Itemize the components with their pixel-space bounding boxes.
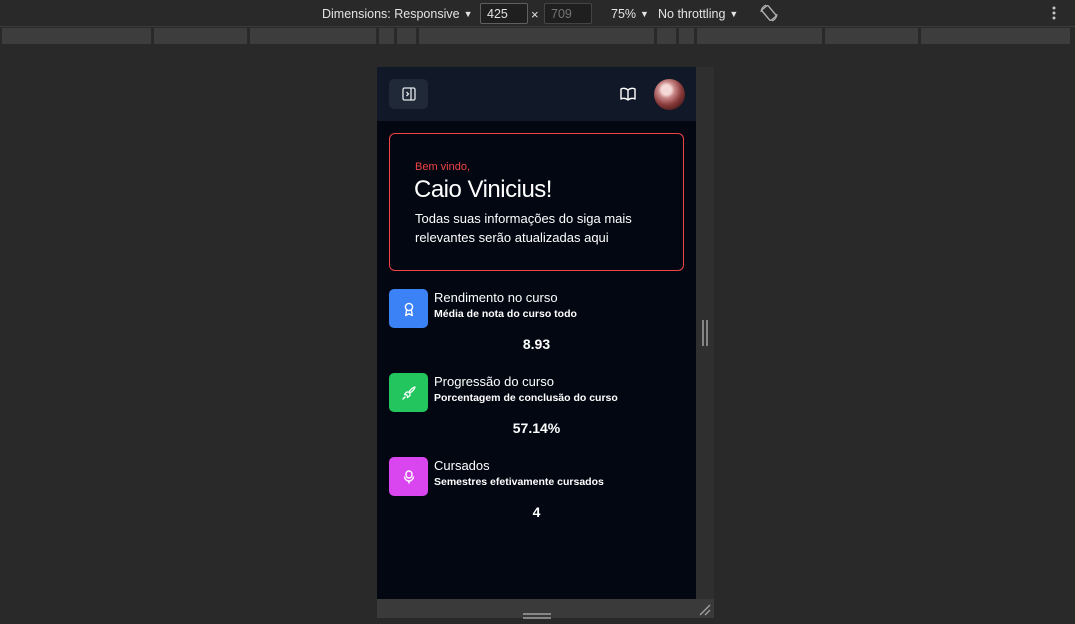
ruler-segment[interactable]: [656, 28, 677, 44]
chevron-down-icon: ▼: [640, 9, 649, 19]
resize-handle-bottom-icon[interactable]: [523, 606, 551, 619]
devtools-device-toolbar: Dimensions: Responsive▼ × 75%▼ No thrott…: [0, 0, 1075, 27]
media-query-ruler: [0, 28, 1075, 45]
throttling-dropdown[interactable]: No throttling ▼: [658, 7, 738, 21]
welcome-card: Bem vindo, Caio Vinicius! Todas suas inf…: [389, 133, 684, 271]
award-icon: [389, 289, 428, 328]
resize-handle-corner-icon[interactable]: [699, 603, 711, 616]
welcome-greeting: Bem vindo,: [415, 161, 471, 173]
stat-title: Rendimento no curso: [434, 290, 558, 305]
stat-title: Cursados: [434, 458, 490, 473]
ruler-segment[interactable]: [249, 28, 378, 44]
avatar[interactable]: [654, 79, 685, 110]
stat-progressao: Progressão do curso Porcentagem de concl…: [389, 373, 684, 443]
book-open-icon[interactable]: [619, 85, 637, 103]
app-header: [377, 67, 696, 121]
ruler-segment[interactable]: [379, 28, 396, 44]
zoom-label: 75%: [611, 7, 637, 21]
stat-value: 8.93: [522, 336, 551, 352]
stat-cursados: Cursados Semestres efetivamente cursados…: [389, 457, 684, 527]
stat-value: 57.14%: [512, 420, 561, 436]
welcome-description: Todas suas informações do siga mais rele…: [415, 211, 632, 245]
ruler-segment[interactable]: [921, 28, 1072, 44]
dimensions-dropdown[interactable]: Dimensions: Responsive ▼: [322, 7, 472, 21]
welcome-user-name: Caio Vinicius!: [414, 176, 552, 203]
stat-title: Progressão do curso: [434, 374, 554, 389]
resize-handle-right-icon[interactable]: [701, 320, 709, 346]
dimensions-label: Dimensions: Responsive: [322, 7, 460, 21]
rotate-icon[interactable]: [758, 3, 780, 23]
times-symbol: ×: [531, 7, 539, 22]
sidebar-toggle-button[interactable]: [389, 79, 428, 109]
stat-value: 4: [532, 504, 541, 520]
more-options-icon[interactable]: [1046, 4, 1062, 22]
panel-toggle-icon: [401, 87, 416, 101]
ruler-segment[interactable]: [397, 28, 418, 44]
height-input[interactable]: [544, 3, 592, 24]
ruler-segment[interactable]: [678, 28, 695, 44]
device-viewport: Bem vindo, Caio Vinicius! Todas suas inf…: [377, 67, 696, 599]
ruler-segment[interactable]: [696, 28, 824, 44]
chevron-down-icon: ▼: [729, 9, 739, 19]
width-input[interactable]: [480, 3, 528, 24]
chevron-down-icon: ▼: [463, 9, 473, 19]
stat-subtitle: Porcentagem de conclusão do curso: [434, 392, 618, 404]
stat-subtitle: Média de nota do curso todo: [434, 308, 577, 320]
ruler-segment[interactable]: [419, 28, 655, 44]
microphone-icon: [389, 457, 428, 496]
throttling-label: No throttling: [658, 7, 726, 21]
zoom-dropdown[interactable]: 75% ▼: [611, 7, 649, 21]
stat-rendimento: Rendimento no curso Média de nota do cur…: [389, 289, 684, 359]
rocket-icon: [389, 373, 428, 412]
stat-subtitle: Semestres efetivamente cursados: [434, 476, 604, 488]
ruler-segment[interactable]: [2, 28, 152, 44]
ruler-segment[interactable]: [153, 28, 248, 44]
ruler-segment[interactable]: [825, 28, 920, 44]
